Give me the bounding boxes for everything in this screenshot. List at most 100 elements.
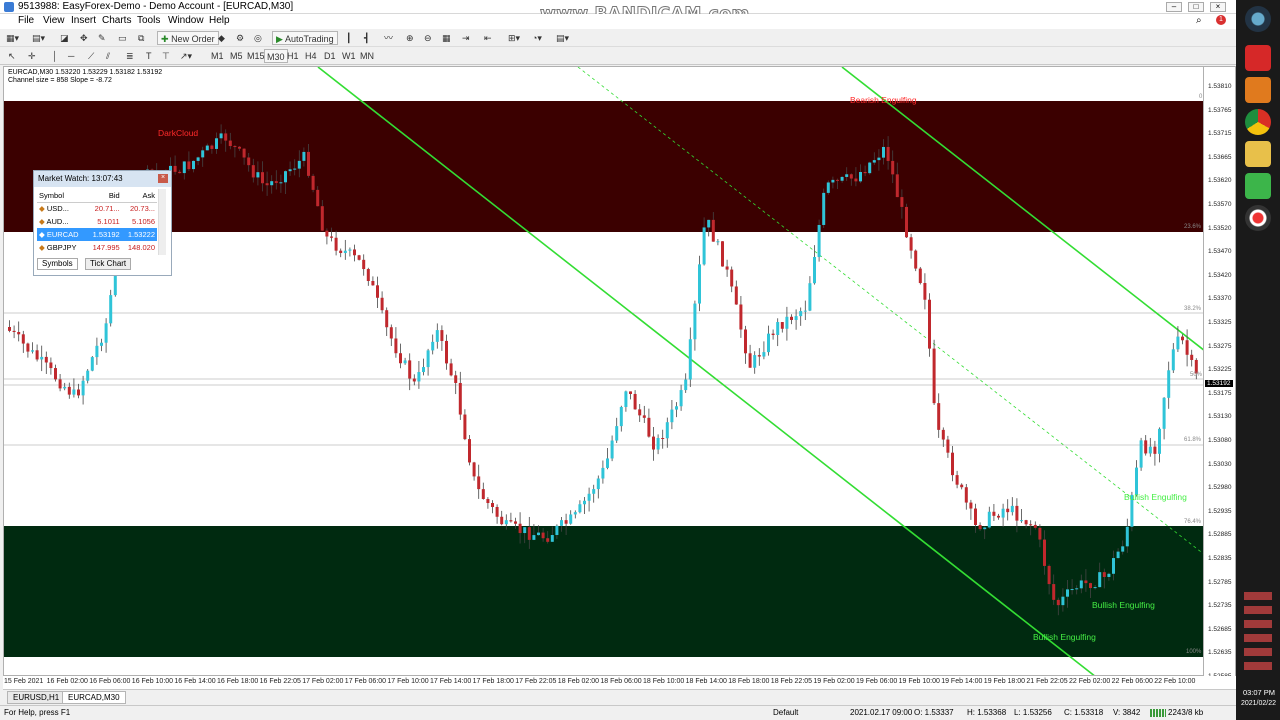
timeframe-m30[interactable]: M30 (264, 49, 288, 63)
menu-insert[interactable]: Insert (71, 15, 96, 26)
notification-icon[interactable]: 1 (1216, 15, 1226, 25)
timeframe-d1[interactable]: D1 (324, 49, 336, 63)
horizontal-line-icon[interactable]: ─ (68, 49, 74, 63)
zoom-out-icon[interactable]: ⊖ (424, 31, 432, 45)
indicators-icon[interactable]: ⊞▾ (508, 31, 520, 45)
data-window-icon[interactable]: ✥ (80, 31, 88, 45)
chart-tab-eurcad[interactable]: EURCAD,M30 (62, 691, 126, 704)
clock-time[interactable]: 03:07 PM (1238, 688, 1280, 697)
candle-bull (31, 350, 34, 352)
search-icon[interactable]: ⌕ (1196, 15, 1202, 26)
profiles-icon[interactable]: ▤▾ (32, 31, 45, 45)
media-player-icon[interactable] (1245, 77, 1271, 103)
tester-icon[interactable]: ⧉ (138, 31, 144, 45)
candle-bear (1043, 539, 1046, 566)
text-icon[interactable]: T (146, 49, 152, 63)
market-watch-scrollbar[interactable] (158, 189, 166, 255)
bar-chart-icon[interactable]: ┃ (346, 31, 351, 45)
candle-bull (279, 182, 283, 184)
timeframe-h1[interactable]: H1 (287, 49, 299, 63)
periods-icon[interactable]: ◔▾ (532, 31, 542, 45)
chart-area[interactable]: EURCAD,M30 1.53220 1.53229 1.53182 1.531… (3, 66, 1204, 676)
candle-bull (86, 370, 90, 381)
close-button[interactable]: × (1210, 2, 1226, 12)
chrome-icon[interactable] (1245, 109, 1271, 135)
templates-icon[interactable]: ▤▾ (556, 31, 569, 45)
navigator-icon[interactable]: ✎ (98, 31, 106, 45)
autoscroll-icon[interactable]: ⇤ (484, 31, 492, 45)
minimize-button[interactable]: – (1166, 2, 1182, 12)
cursor-icon[interactable]: ↖ (8, 49, 16, 63)
maximize-button[interactable]: □ (1188, 2, 1204, 12)
column-ask[interactable]: Ask (121, 189, 157, 203)
timeframe-m1[interactable]: M1 (211, 49, 224, 63)
channel-icon[interactable]: ⫽ (106, 49, 110, 63)
candle-bear (1153, 446, 1157, 454)
new-order-button[interactable]: ✚ New Order (157, 31, 219, 45)
menu-view[interactable]: View (43, 15, 65, 26)
market-watch-title[interactable]: Market Watch: 13:07:43 (34, 171, 171, 187)
table-row[interactable]: ◆ USD... 20.71... 20.73... (37, 202, 157, 215)
price-chart[interactable] (4, 67, 1204, 676)
chart-indicator-info: Channel size = 858 Slope = -8.72 (8, 77, 112, 84)
options-icon[interactable]: ⚙ (236, 31, 244, 45)
chart-shift-icon[interactable]: ⇥ (462, 31, 470, 45)
market-watch-icon[interactable]: ◪ (60, 31, 69, 45)
column-bid[interactable]: Bid (86, 189, 122, 203)
menu-help[interactable]: Help (209, 15, 230, 26)
timeframe-w1[interactable]: W1 (342, 49, 356, 63)
tab-symbols[interactable]: Symbols (37, 258, 78, 270)
app-icon-red[interactable] (1245, 45, 1271, 71)
market-watch-window[interactable]: Market Watch: 13:07:43 × Symbol Bid Ask … (33, 170, 172, 276)
symbol-icon: ◆ (39, 204, 45, 214)
menu-charts[interactable]: Charts (102, 15, 131, 26)
file-explorer-icon[interactable] (1245, 141, 1271, 167)
status-profile[interactable]: Default (773, 708, 798, 717)
menu-file[interactable]: File (18, 15, 34, 26)
candle-bear (863, 172, 867, 174)
vertical-line-icon[interactable]: │ (52, 49, 58, 63)
timeframe-mn[interactable]: MN (360, 49, 374, 63)
tab-tick-chart[interactable]: Tick Chart (85, 258, 132, 270)
clock-date[interactable]: 2021/02/22 (1237, 700, 1280, 707)
zoom-in-icon[interactable]: ⊕ (406, 31, 414, 45)
candle-bear (629, 391, 632, 394)
tray-icons[interactable] (1244, 592, 1272, 674)
bandicam-icon[interactable] (1245, 205, 1271, 231)
close-icon[interactable]: × (158, 174, 168, 183)
candle-bear (357, 255, 361, 260)
crosshair-icon[interactable]: ✛ (28, 49, 36, 63)
table-row-selected[interactable]: ◆ EURCAD 1.53192 1.53222 (37, 228, 157, 241)
menu-window[interactable]: Window (168, 15, 204, 26)
trendline-icon[interactable]: ⟋ (88, 49, 94, 63)
tile-windows-icon[interactable]: ▦ (442, 31, 451, 45)
label-icon[interactable]: ⊤ (162, 49, 170, 63)
metaeditor-icon[interactable]: ◆ (218, 31, 225, 45)
menu-tools[interactable]: Tools (137, 15, 160, 26)
new-chart-icon[interactable]: ▦▾ (6, 31, 19, 45)
line-chart-icon[interactable]: 〰 (384, 31, 393, 45)
signals-icon[interactable]: ◎ (254, 31, 262, 45)
timeframe-m15[interactable]: M15 (247, 49, 265, 63)
time-tick-label: 18 Feb 14:00 (685, 678, 727, 685)
table-row[interactable]: ◆ AUD... 5.1011 5.1056 (37, 215, 157, 228)
candle-bull (794, 316, 798, 320)
autotrading-button[interactable]: ▶ AutoTrading (272, 31, 338, 45)
app-icon-green[interactable] (1245, 173, 1271, 199)
chart-tab-eurusd[interactable]: EURUSD,H1 (7, 691, 66, 704)
price-axis[interactable]: 1.53810 1.53765 1.53715 1.53665 1.53620 1.535… (1204, 66, 1236, 680)
arrows-icon[interactable]: ↗▾ (180, 49, 192, 63)
candle-bear (900, 197, 904, 207)
column-symbol[interactable]: Symbol (37, 189, 87, 203)
timeframe-m5[interactable]: M5 (230, 49, 243, 63)
timeframe-h4[interactable]: H4 (305, 49, 317, 63)
start-icon[interactable] (1245, 6, 1271, 32)
candle-bull (776, 322, 780, 335)
time-axis[interactable]: 15 Feb 2021 16 Feb 02:00 16 Feb 06:00 16 Fe… (3, 676, 1236, 690)
candle-bull (1116, 551, 1120, 559)
terminal-icon[interactable]: ▭ (118, 31, 127, 45)
table-row[interactable]: ◆ GBPJPY 147.995 148.020 (37, 241, 157, 254)
fibonacci-icon[interactable]: ≣ (126, 49, 134, 63)
candle-bear (642, 415, 646, 418)
candlestick-icon[interactable]: ┫ (364, 31, 369, 45)
